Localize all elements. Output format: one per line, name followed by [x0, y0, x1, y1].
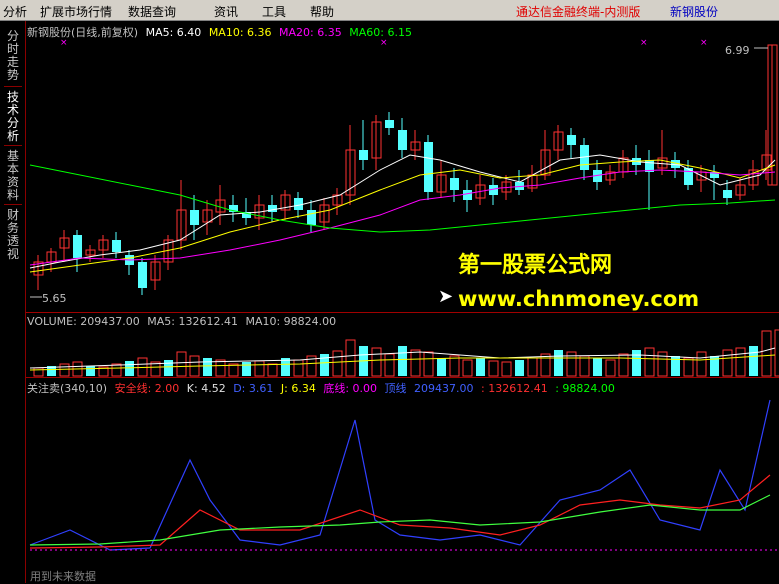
candle-body-down [138, 262, 147, 288]
candle-body-down [463, 190, 472, 200]
candle-body-down [359, 150, 368, 160]
candle-body-down [723, 190, 732, 198]
volume-bar-up [761, 330, 772, 377]
volume-bar-up [449, 355, 460, 377]
watermark-line-2: www.chnmoney.com [458, 287, 700, 311]
volume-bar-up [384, 353, 395, 377]
volume-bar-up [215, 359, 226, 377]
candle-body-down [73, 235, 82, 258]
volume-bar-up [735, 347, 746, 377]
candle-body-down [112, 240, 121, 252]
ma60-line [29, 164, 776, 233]
volume-bar-up [332, 350, 343, 377]
candle-body-down [268, 205, 277, 212]
volume-bar-up [462, 359, 473, 377]
volume-bar-up [59, 363, 70, 377]
volume-bar-down [203, 358, 212, 376]
signal-marker: × [380, 38, 388, 48]
volume-bar-up [111, 363, 122, 377]
volume-bar-up [605, 359, 616, 377]
volume-bar-up [488, 360, 499, 377]
volume-bar-down [164, 360, 173, 376]
volume-bar-down [125, 361, 134, 376]
volume-bar-up [176, 351, 187, 377]
candle-body-down [190, 210, 199, 225]
volume-bar-up [527, 357, 538, 377]
candle-body-down [307, 210, 316, 225]
ma5-line [29, 154, 776, 269]
volume-bar-down [476, 358, 485, 376]
candle-body-down [398, 130, 407, 150]
volume-bar-down [749, 346, 758, 376]
candle-body-down [424, 142, 433, 192]
indicator-j-line [29, 494, 771, 546]
candle-body-down [450, 178, 459, 190]
volume-bar-down [398, 346, 407, 376]
volume-bar-down [515, 360, 524, 376]
volume-bar-up [722, 349, 733, 377]
volume-bar-down [593, 358, 602, 376]
volume-bar-down [554, 350, 563, 376]
volume-bar-up [540, 353, 551, 377]
volume-bar-up [293, 359, 304, 377]
volume-bar-down [86, 366, 95, 376]
ma20-line [29, 169, 776, 266]
volume-bar-down [242, 362, 251, 376]
signal-marker: × [640, 38, 648, 48]
volume-bar-up [371, 347, 382, 377]
volume-bar-up [410, 349, 421, 377]
volume-bar-down [632, 350, 641, 376]
volume-bar-up [345, 339, 356, 377]
signal-marker: × [60, 38, 68, 48]
candle-body-down [567, 135, 576, 145]
watermark-line-1: 第一股票公式网 [458, 253, 613, 278]
ma10-line [29, 159, 776, 273]
candle-body-down [385, 120, 394, 128]
volume-bar-up [33, 367, 44, 377]
indicator-k-line [29, 399, 771, 551]
indicator-d-line [29, 474, 771, 549]
mouse-cursor-icon: ➤ [438, 286, 454, 307]
signal-marker: × [700, 38, 708, 48]
volume-bar-up [423, 351, 434, 377]
volume-bar-up [618, 353, 629, 377]
volume-bar-up [774, 329, 779, 377]
volume-bar-up [696, 351, 707, 377]
volume-bar-up [501, 361, 512, 377]
volume-bar-down [437, 358, 446, 376]
candle-body-down [294, 198, 303, 210]
volume-bar-up [683, 357, 694, 377]
volume-bar-up [579, 355, 590, 377]
volume-bar-up [644, 347, 655, 377]
volume-bar-up [267, 363, 278, 377]
volume-bar-up [254, 360, 265, 377]
